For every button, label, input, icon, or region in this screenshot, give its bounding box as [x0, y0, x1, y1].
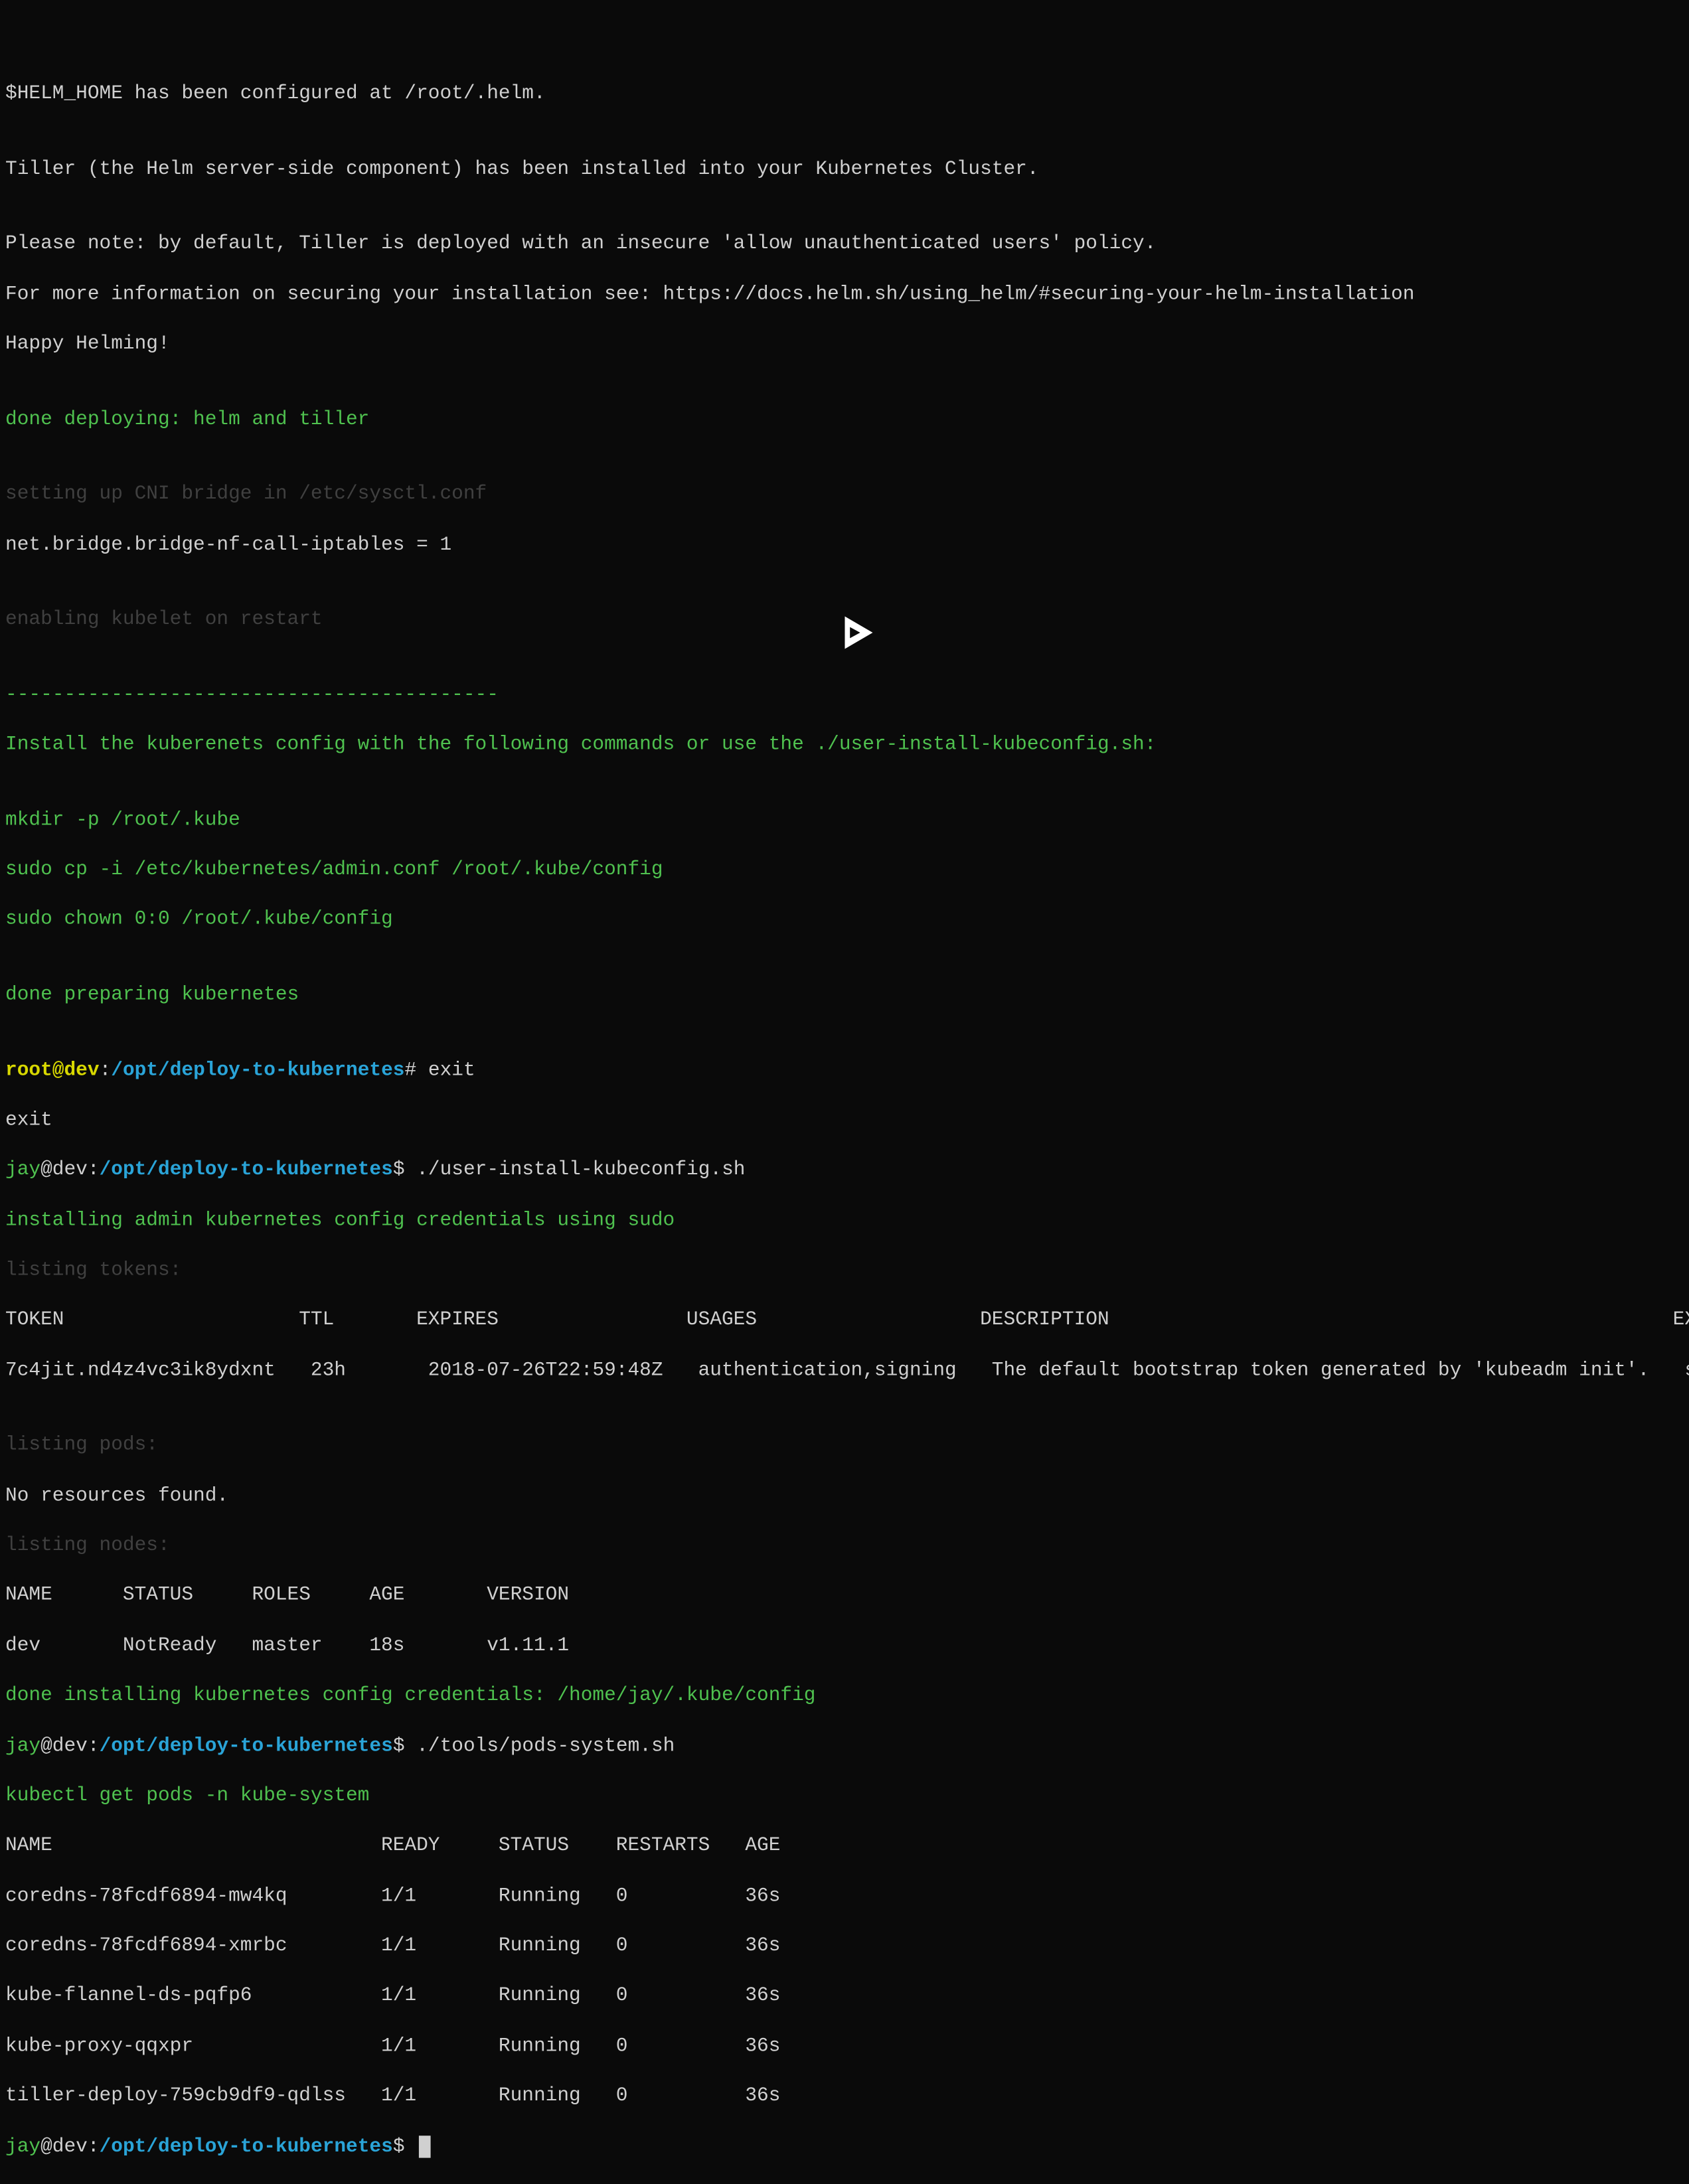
- output-line: Happy Helming!: [5, 331, 1689, 356]
- table-row: kube-flannel-ds-pqfp6 1/1 Running 0 36s: [5, 1984, 1689, 2009]
- prompt-hash: #: [405, 1059, 417, 1081]
- output-line: listing tokens:: [5, 1258, 1689, 1283]
- prompt-command: ./user-install-kubeconfig.sh: [405, 1159, 746, 1181]
- output-line: kubectl get pods -n kube-system: [5, 1783, 1689, 1808]
- cursor: [419, 2135, 431, 2157]
- table-header: NAME STATUS ROLES AGE VERSION: [5, 1583, 1689, 1608]
- prompt-path: /opt/deploy-to-kubernetes: [100, 2135, 393, 2157]
- output-line: sudo chown 0:0 /root/.kube/config: [5, 907, 1689, 933]
- prompt-line: root@dev:/opt/deploy-to-kubernetes# exit: [5, 1057, 1689, 1083]
- output-line: sudo cp -i /etc/kubernetes/admin.conf /r…: [5, 857, 1689, 882]
- output-line: Tiller (the Helm server-side component) …: [5, 157, 1689, 182]
- prompt-at: @: [40, 2135, 52, 2157]
- output-line: ----------------------------------------…: [5, 682, 1689, 707]
- output-line: done deploying: helm and tiller: [5, 407, 1689, 432]
- prompt-line: jay@dev:/opt/deploy-to-kubernetes$ ./too…: [5, 1733, 1689, 1758]
- output-line: enabling kubelet on restart: [5, 607, 1689, 632]
- prompt-user: jay: [5, 1159, 40, 1181]
- prompt-host: dev: [64, 1059, 99, 1081]
- output-line: net.bridge.bridge-nf-call-iptables = 1: [5, 532, 1689, 557]
- prompt-user: jay: [5, 1735, 40, 1756]
- prompt-at: @: [40, 1159, 52, 1181]
- prompt-dollar: $: [393, 1735, 405, 1756]
- table-row: coredns-78fcdf6894-xmrbc 1/1 Running 0 3…: [5, 1934, 1689, 1959]
- prompt-command: ./tools/pods-system.sh: [405, 1735, 675, 1756]
- prompt-colon: :: [88, 1735, 100, 1756]
- prompt-dollar: $: [393, 1159, 405, 1181]
- output-line: mkdir -p /root/.kube: [5, 807, 1689, 832]
- table-row: 7c4jit.nd4z4vc3ik8ydxnt 23h 2018-07-26T2…: [5, 1358, 1689, 1383]
- prompt-at: @: [52, 1059, 64, 1081]
- output-line: For more information on securing your in…: [5, 281, 1689, 307]
- output-line: Please note: by default, Tiller is deplo…: [5, 232, 1689, 257]
- prompt-host: dev: [52, 1735, 88, 1756]
- output-line: done installing kubernetes config creden…: [5, 1683, 1689, 1708]
- prompt-colon: :: [88, 2135, 100, 2157]
- prompt-line: jay@dev:/opt/deploy-to-kubernetes$ ./use…: [5, 1158, 1689, 1183]
- table-header: TOKEN TTL EXPIRES USAGES DESCRIPTION EXT…: [5, 1308, 1689, 1333]
- terminal-output[interactable]: $HELM_HOME has been configured at /root/…: [5, 56, 1689, 2184]
- output-line: listing nodes:: [5, 1533, 1689, 1558]
- prompt-command: exit: [416, 1059, 475, 1081]
- output-line: exit: [5, 1107, 1689, 1132]
- prompt-colon: :: [100, 1059, 112, 1081]
- prompt-colon: :: [88, 1159, 100, 1181]
- table-row: coredns-78fcdf6894-mw4kq 1/1 Running 0 3…: [5, 1883, 1689, 1909]
- prompt-path: /opt/deploy-to-kubernetes: [100, 1735, 393, 1756]
- output-line: $HELM_HOME has been configured at /root/…: [5, 81, 1689, 106]
- output-line: listing pods:: [5, 1433, 1689, 1458]
- prompt-path: /opt/deploy-to-kubernetes: [111, 1059, 404, 1081]
- prompt-command: [405, 2135, 417, 2157]
- prompt-path: /opt/deploy-to-kubernetes: [100, 1159, 393, 1181]
- prompt-at: @: [40, 1735, 52, 1756]
- prompt-dollar: $: [393, 2135, 405, 2157]
- prompt-line[interactable]: jay@dev:/opt/deploy-to-kubernetes$: [5, 2134, 1689, 2159]
- prompt-host: dev: [52, 2135, 88, 2157]
- output-line: No resources found.: [5, 1483, 1689, 1508]
- prompt-user: root: [5, 1059, 52, 1081]
- prompt-host: dev: [52, 1159, 88, 1181]
- table-header: NAME READY STATUS RESTARTS AGE: [5, 1833, 1689, 1859]
- output-line: Install the kuberenets config with the f…: [5, 732, 1689, 757]
- prompt-user: jay: [5, 2135, 40, 2157]
- output-line: installing admin kubernetes config crede…: [5, 1208, 1689, 1233]
- output-line: done preparing kubernetes: [5, 982, 1689, 1008]
- table-row: kube-proxy-qqxpr 1/1 Running 0 36s: [5, 2033, 1689, 2059]
- table-row: dev NotReady master 18s v1.11.1: [5, 1633, 1689, 1658]
- output-line: setting up CNI bridge in /etc/sysctl.con…: [5, 482, 1689, 507]
- table-row: tiller-deploy-759cb9df9-qdlss 1/1 Runnin…: [5, 2084, 1689, 2109]
